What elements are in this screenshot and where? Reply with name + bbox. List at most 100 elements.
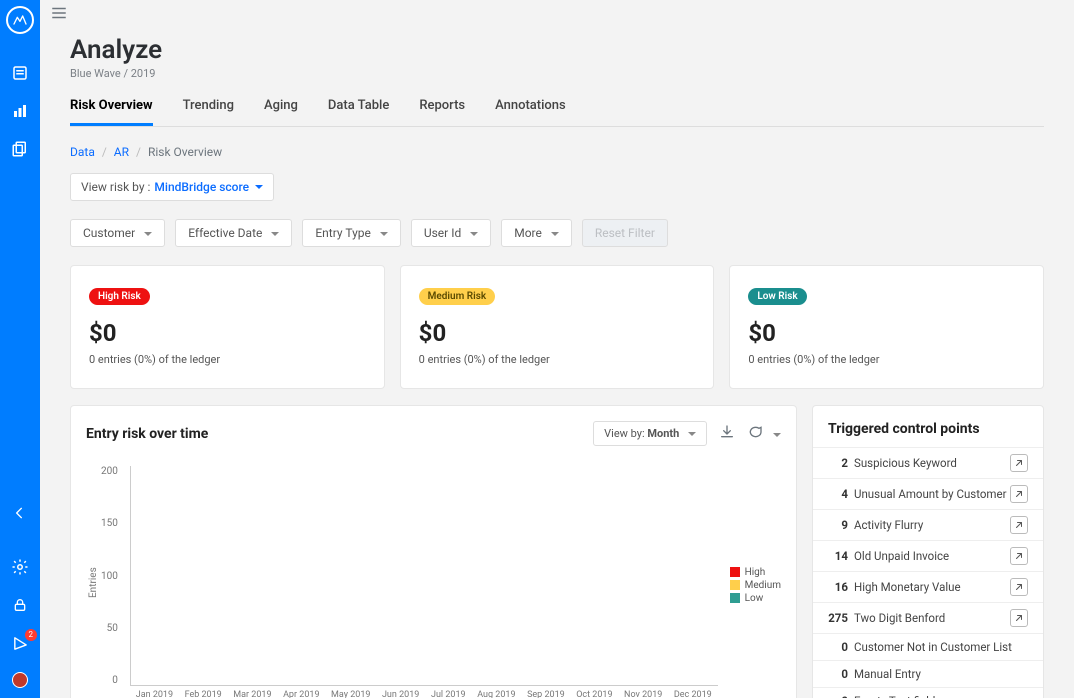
risk-card-low: Low Risk $0 0 entries (0%) of the ledger [729, 265, 1044, 389]
download-icon[interactable] [719, 424, 735, 444]
open-icon[interactable] [1010, 547, 1028, 565]
chart-yticks: 200150100500 [101, 466, 122, 686]
menu-toggle-icon[interactable] [50, 4, 68, 26]
tab-trending[interactable]: Trending [183, 98, 234, 126]
risk-card-high: High Risk $0 0 entries (0%) of the ledger [70, 265, 385, 389]
tabs: Risk Overview Trending Aging Data Table Repo… [70, 98, 1044, 127]
tab-aging[interactable]: Aging [264, 98, 298, 126]
notifications-icon[interactable]: 2 [11, 634, 29, 652]
notifications-badge: 2 [25, 629, 38, 641]
main: Analyze Blue Wave / 2019 Risk Overview Tr… [40, 0, 1074, 698]
filter-more[interactable]: More [501, 219, 572, 247]
chart-panel: Entry risk over time View by: Month [70, 405, 797, 698]
open-icon[interactable] [1010, 609, 1028, 627]
control-point-count: 275 [828, 611, 848, 625]
page-subtitle: Blue Wave / 2019 [70, 67, 1044, 80]
open-icon[interactable] [1010, 578, 1028, 596]
legend-item: Medium [730, 580, 781, 591]
nav-back-icon[interactable] [11, 504, 29, 522]
nav-data-icon[interactable] [11, 64, 29, 82]
control-point-count: 0 [828, 640, 848, 654]
control-point-count: 2 [828, 456, 848, 470]
control-point-item: 2 Suspicious Keyword [813, 447, 1043, 478]
risk-pill: High Risk [89, 288, 150, 305]
risk-subtitle: 0 entries (0%) of the ledger [748, 353, 1025, 366]
control-point-name: Unusual Amount by Customer [854, 487, 1007, 501]
view-risk-selector[interactable]: View risk by : MindBridge score [70, 173, 274, 201]
control-point-name: Suspicious Keyword [854, 456, 957, 470]
chart-plot [130, 466, 718, 686]
risk-amount: $0 [419, 319, 696, 347]
control-point-item: 16 High Monetary Value [813, 571, 1043, 602]
chart-legend: High Medium Low [726, 561, 781, 606]
breadcrumb: Data / AR / Risk Overview [70, 145, 1044, 159]
risk-subtitle: 0 entries (0%) of the ledger [89, 353, 366, 366]
legend-item: Low [730, 593, 781, 604]
lock-icon[interactable] [11, 596, 29, 614]
risk-card-med: Medium Risk $0 0 entries (0%) of the ledge… [400, 265, 715, 389]
filter-bar: Customer Effective Date Entry Type User … [70, 219, 1044, 247]
chevron-down-icon [255, 185, 263, 189]
nav-copy-icon[interactable] [11, 140, 29, 158]
control-point-item: 14 Old Unpaid Invoice [813, 540, 1043, 571]
control-point-item: 0 Manual Entry [813, 660, 1043, 687]
breadcrumb-link[interactable]: Data [70, 145, 95, 159]
chart-view-by[interactable]: View by: Month [593, 421, 707, 446]
breadcrumb-link[interactable]: AR [114, 145, 129, 159]
filter-customer[interactable]: Customer [70, 219, 165, 247]
control-point-item: 4 Unusual Amount by Customer [813, 478, 1043, 509]
control-points-title: Triggered control points [813, 421, 1043, 447]
filter-effective-date[interactable]: Effective Date [175, 219, 292, 247]
legend-item: High [730, 567, 781, 578]
control-point-item: 0Customer Not in Customer List [813, 633, 1043, 660]
filter-entry-type[interactable]: Entry Type [302, 219, 400, 247]
control-point-count: 4 [828, 487, 848, 501]
comment-icon[interactable] [747, 424, 781, 444]
control-point-name: Manual Entry [854, 667, 921, 681]
tab-risk-overview[interactable]: Risk Overview [70, 98, 153, 126]
gear-icon[interactable] [11, 558, 29, 576]
risk-pill: Medium Risk [419, 288, 495, 305]
control-point-item: 0Empty Text field [813, 687, 1043, 698]
control-point-item: 275 Two Digit Benford [813, 602, 1043, 633]
control-point-count: 0 [828, 694, 848, 698]
chevron-down-icon [144, 232, 152, 236]
risk-amount: $0 [89, 319, 366, 347]
control-point-name: Old Unpaid Invoice [854, 549, 949, 563]
tab-reports[interactable]: Reports [419, 98, 465, 126]
chevron-down-icon [380, 232, 388, 236]
avatar[interactable] [12, 672, 28, 688]
open-icon[interactable] [1010, 516, 1028, 534]
risk-amount: $0 [748, 319, 1025, 347]
chart-xticks: Jan 2019Feb 2019Mar 2019Apr 2019May 2019… [130, 686, 718, 698]
control-point-name: Activity Flurry [854, 518, 923, 532]
control-point-count: 9 [828, 518, 848, 532]
app-logo[interactable] [6, 6, 34, 34]
breadcrumb-current: Risk Overview [148, 145, 222, 159]
chart-title: Entry risk over time [86, 426, 208, 442]
tab-annotations[interactable]: Annotations [495, 98, 566, 126]
risk-pill: Low Risk [748, 288, 806, 305]
chevron-down-icon [551, 232, 559, 236]
risk-subtitle: 0 entries (0%) of the ledger [419, 353, 696, 366]
chevron-down-icon [688, 432, 696, 436]
open-icon[interactable] [1010, 485, 1028, 503]
control-point-item: 9 Activity Flurry [813, 509, 1043, 540]
control-point-name: High Monetary Value [854, 580, 961, 594]
filter-user-id[interactable]: User Id [411, 219, 491, 247]
page-title: Analyze [70, 35, 1044, 65]
chevron-down-icon [773, 433, 781, 437]
tab-data-table[interactable]: Data Table [328, 98, 389, 126]
chevron-down-icon [271, 232, 279, 236]
nav-analyze-icon[interactable] [11, 102, 29, 120]
chart-ylabel: Entries [86, 466, 101, 698]
chevron-down-icon [470, 232, 478, 236]
control-point-count: 14 [828, 549, 848, 563]
control-point-name: Two Digit Benford [854, 611, 945, 625]
reset-filter-button: Reset Filter [582, 219, 668, 247]
left-rail: 2 [0, 0, 40, 698]
open-icon[interactable] [1010, 454, 1028, 472]
control-point-count: 16 [828, 580, 848, 594]
control-point-count: 0 [828, 667, 848, 681]
risk-cards: High Risk$00 entries (0%) of the ledgerM… [70, 265, 1044, 389]
